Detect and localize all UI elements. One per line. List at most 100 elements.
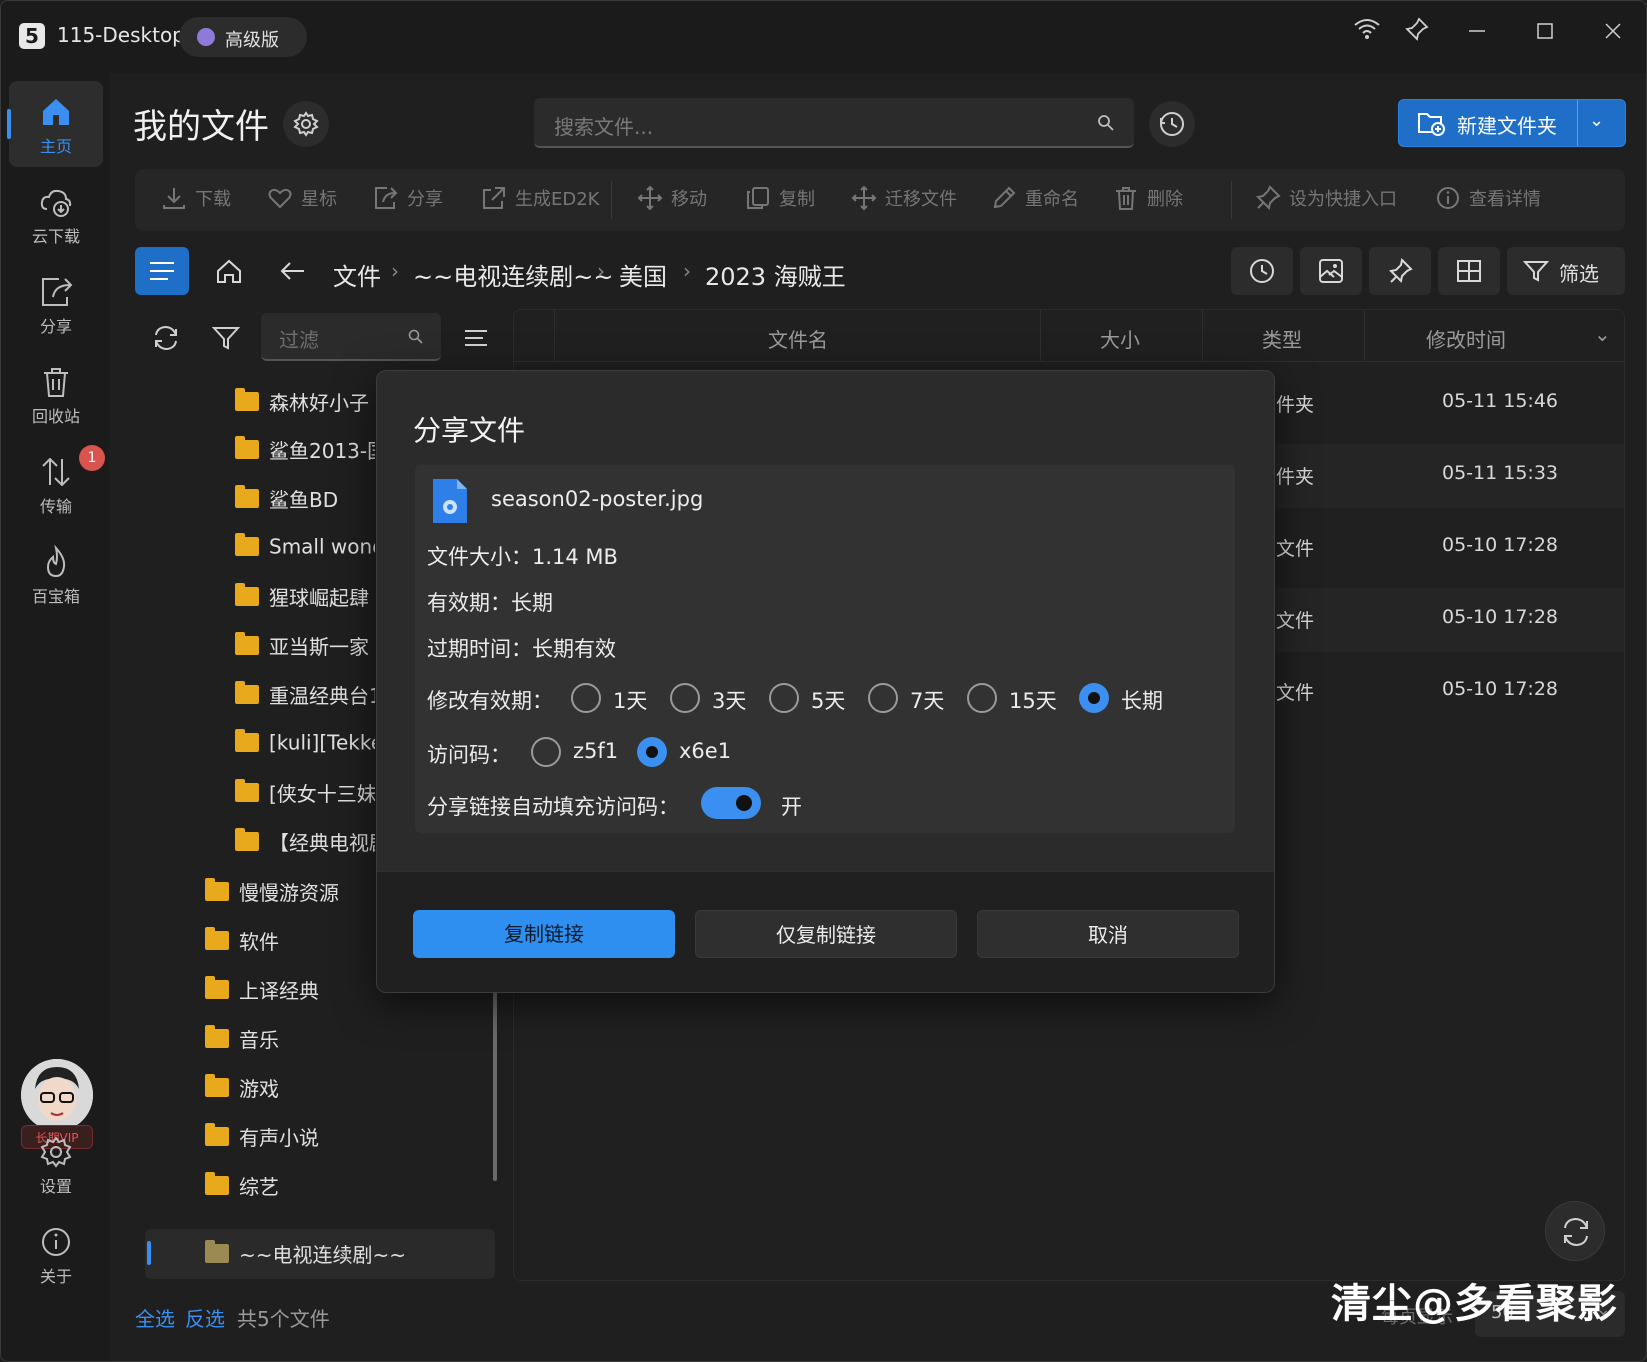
column-header-type[interactable]: 类型 <box>1262 324 1302 353</box>
tree-item[interactable]: 音乐 <box>205 1024 465 1068</box>
duration-1d-radio[interactable] <box>571 683 601 713</box>
set-shortcut-button[interactable]: 设为快捷入口 <box>1255 185 1397 215</box>
nav-label: 云下载 <box>31 227 80 246</box>
folder-settings-button[interactable] <box>283 101 329 147</box>
breadcrumb-item-files[interactable]: 文件 <box>333 257 381 292</box>
info-icon <box>1437 187 1459 209</box>
wifi-icon[interactable] <box>1347 15 1387 55</box>
invert-selection-link[interactable]: 反选 <box>185 1303 225 1332</box>
tree-item[interactable]: 鲨鱼BD <box>235 484 375 528</box>
sort-icon[interactable] <box>461 323 491 353</box>
tree-item[interactable]: 有声小说 <box>205 1122 465 1166</box>
rename-button[interactable]: 重命名 <box>991 185 1079 215</box>
nav-item-cloud-download[interactable]: 云下载 <box>9 171 103 257</box>
nav-item-about[interactable]: 关于 <box>9 1211 103 1293</box>
nav-label: 设置 <box>39 1177 72 1196</box>
tree-item[interactable]: 森林好小子 ( <box>235 387 375 431</box>
layout-button[interactable] <box>1438 247 1500 295</box>
star-button[interactable]: 星标 <box>267 185 337 215</box>
nav-label: 主页 <box>39 137 72 156</box>
duration-15d-radio[interactable] <box>967 683 997 713</box>
tree-item[interactable]: 【经典电视剧 <box>235 827 375 871</box>
tool-label: 查看详情 <box>1469 189 1541 210</box>
migrate-button[interactable]: 迁移文件 <box>851 185 957 215</box>
duration-3d-radio[interactable] <box>670 683 700 713</box>
column-header-modified[interactable]: 修改时间 <box>1426 324 1506 353</box>
access-code-radio-2[interactable] <box>637 737 667 767</box>
copy-button[interactable]: 复制 <box>745 185 815 215</box>
search-icon[interactable] <box>1096 113 1116 133</box>
folder-icon <box>205 1240 229 1263</box>
transfer-icon <box>42 457 70 487</box>
vip-badge[interactable]: 高级版 <box>179 17 307 57</box>
tool-label: 生成ED2K <box>515 189 600 210</box>
ed2k-button[interactable]: 生成ED2K <box>481 185 600 215</box>
home-button[interactable] <box>205 247 253 295</box>
move-button[interactable]: 移动 <box>637 185 707 215</box>
chevron-down-icon[interactable]: ⌄ <box>1589 110 1604 131</box>
chevron-down-icon[interactable]: ⌄ <box>1594 322 1611 346</box>
duration-5d-radio[interactable] <box>769 683 799 713</box>
download-icon <box>163 188 185 209</box>
copy-link-only-button[interactable]: 仅复制链接 <box>695 910 957 958</box>
close-icon[interactable] <box>1593 15 1633 55</box>
column-divider <box>1040 310 1041 362</box>
nav-item-share[interactable]: 分享 <box>9 261 103 347</box>
nav-item-toolbox[interactable]: 百宝箱 <box>9 531 103 617</box>
maximize-icon[interactable] <box>1525 15 1565 55</box>
details-button[interactable]: 查看详情 <box>1435 185 1541 215</box>
external-link-icon <box>483 187 505 209</box>
selection-indicator <box>147 1241 151 1265</box>
tree-item[interactable]: [侠女十三妹] <box>235 778 375 822</box>
select-all-link[interactable]: 全选 <box>135 1303 175 1332</box>
nav-item-transfer[interactable]: 传输 1 <box>9 441 105 527</box>
breadcrumb-item-tv[interactable]: ~~电视连续剧~~ <box>413 257 613 292</box>
tree-item-selected[interactable]: ~~电视连续剧~~ <box>145 1229 495 1279</box>
breadcrumb-item-current[interactable]: 2023 海贼王 <box>705 257 846 292</box>
nav-item-recycle[interactable]: 回收站 <box>9 351 103 437</box>
tree-item[interactable]: 鲨鱼2013-国 <box>235 435 375 479</box>
share-button[interactable]: 分享 <box>373 185 443 215</box>
tree-item[interactable]: 亚当斯一家 1 <box>235 631 375 675</box>
tree-item[interactable]: 游戏 <box>205 1073 465 1117</box>
duration-label: 长期 <box>1121 689 1163 713</box>
filter-button[interactable]: 筛选 <box>1507 247 1625 295</box>
autofill-toggle[interactable] <box>701 787 761 819</box>
pin-icon[interactable] <box>1397 15 1437 55</box>
duration-permanent-radio[interactable] <box>1079 683 1109 713</box>
tree-item[interactable]: [kuli][Tekken <box>235 729 375 773</box>
funnel-icon[interactable] <box>211 323 241 353</box>
refresh-button[interactable] <box>1545 1201 1605 1261</box>
back-button[interactable] <box>269 247 317 295</box>
breadcrumb-item-usa[interactable]: 美国 <box>619 257 667 292</box>
nav-item-home[interactable]: 主页 <box>7 81 103 167</box>
tree-item[interactable]: 综艺 <box>205 1171 465 1215</box>
thumbnail-view-button[interactable] <box>1300 247 1362 295</box>
new-folder-button[interactable]: 新建文件夹 ⌄ <box>1398 99 1626 147</box>
nav-item-settings[interactable]: 设置 <box>9 1121 103 1203</box>
access-code-radio-1[interactable] <box>531 737 561 767</box>
column-header-size[interactable]: 大小 <box>1100 324 1140 353</box>
tree-item[interactable]: 重温经典台1 <box>235 680 375 724</box>
column-header-name[interactable]: 文件名 <box>768 324 828 353</box>
refresh-icon[interactable] <box>151 323 181 353</box>
recent-button[interactable] <box>1231 247 1293 295</box>
copy-link-button[interactable]: 复制链接 <box>413 910 675 958</box>
duration-7d-radio[interactable] <box>868 683 898 713</box>
minimize-icon[interactable] <box>1457 15 1497 55</box>
cancel-button[interactable]: 取消 <box>977 910 1239 958</box>
tree-item[interactable]: Small wonde <box>235 533 375 577</box>
gear-icon <box>40 1136 72 1168</box>
copy-icon <box>747 187 769 209</box>
search-history-button[interactable] <box>1149 101 1195 147</box>
pin-button[interactable] <box>1369 247 1431 295</box>
duration-label: 7天 <box>910 689 945 713</box>
tree-item[interactable]: 猩球崛起肆 4 <box>235 582 375 626</box>
search-input[interactable]: 搜索文件... <box>534 98 1134 148</box>
toggle-sidebar-button[interactable] <box>135 247 189 295</box>
tool-label: 下载 <box>195 189 231 210</box>
download-button[interactable]: 下载 <box>161 185 231 215</box>
delete-button[interactable]: 删除 <box>1113 185 1183 215</box>
tree-filter-input[interactable]: 过滤 <box>261 313 441 361</box>
column-divider <box>1364 310 1365 362</box>
